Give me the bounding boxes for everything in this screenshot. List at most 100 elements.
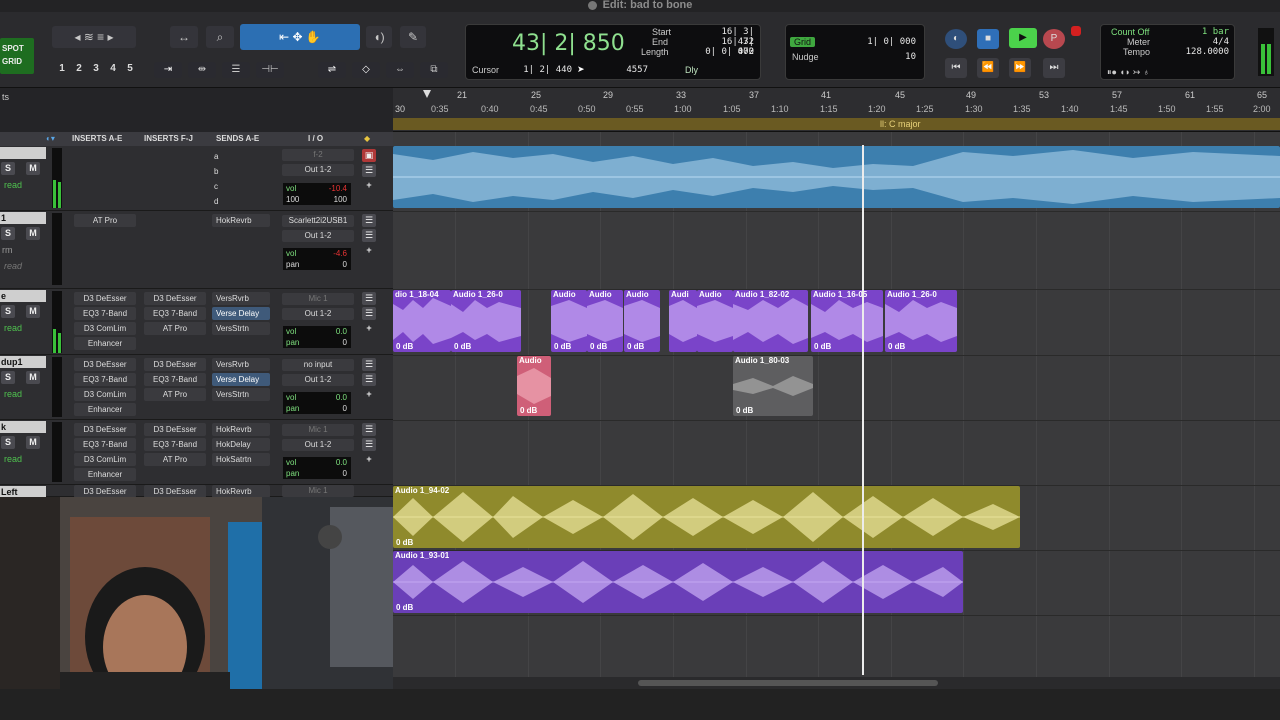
fast-forward-icon[interactable]: ⏩ <box>1009 58 1031 78</box>
send-slot[interactable]: Verse Delay <box>212 373 270 386</box>
send-slot-d[interactable]: d <box>214 197 218 206</box>
link-track-icon[interactable]: ☰ <box>222 62 250 78</box>
volume-display[interactable]: vol 0.0 pan 0 <box>283 326 351 348</box>
grid-toggle[interactable]: Grid <box>790 37 816 47</box>
clip-gain[interactable]: 0 dB <box>627 342 644 351</box>
record-button[interactable]: P <box>1043 29 1065 49</box>
insert-slot[interactable]: D3 DeEsser <box>144 292 206 305</box>
mute-button[interactable]: M <box>26 436 40 449</box>
insert-slot[interactable]: EQ3 7-Band <box>144 438 206 451</box>
mute-button[interactable]: M <box>26 371 40 384</box>
solo-button[interactable]: S <box>1 436 15 449</box>
clip-gain[interactable]: 0 dB <box>590 342 607 351</box>
automation-mode[interactable]: read <box>4 389 22 399</box>
send-slot-b[interactable]: b <box>214 167 218 176</box>
insert-slot[interactable]: AT Pro <box>144 453 206 466</box>
insert-slot[interactable]: D3 ComLim <box>74 388 136 401</box>
scrollbar-thumb[interactable] <box>638 680 938 686</box>
audio-clip[interactable]: dio 1_18-04 0 dB <box>393 290 451 352</box>
pan-value[interactable]: 0 <box>343 468 347 479</box>
track-list-icon[interactable]: ☰ <box>362 307 376 320</box>
vol-value[interactable]: -4.6 <box>333 248 347 259</box>
solo-button[interactable]: S <box>1 305 15 318</box>
clip-gain[interactable]: 0 dB <box>554 342 571 351</box>
output-selector[interactable]: Out 1-2 <box>282 164 354 176</box>
timeline-ruler[interactable]: 30 21 25 29 33 37 41 45 49 53 57 61 65 0… <box>393 88 1280 132</box>
vol-value[interactable]: 0.0 <box>336 392 347 403</box>
audio-clip[interactable]: Audio 1_26-0 0 dB <box>451 290 521 352</box>
pan-value[interactable]: 0 <box>343 337 347 348</box>
automation-mode[interactable]: read <box>4 180 22 190</box>
delay-comp-label[interactable]: Dly <box>685 65 698 75</box>
vol-value[interactable]: 0.0 <box>336 326 347 337</box>
audio-clip[interactable] <box>393 146 1280 208</box>
automation-mode[interactable]: read <box>4 323 22 333</box>
input-selector[interactable]: Mic 1 <box>282 485 354 497</box>
track-list-icon[interactable]: ☰ <box>362 292 376 305</box>
view-options-icon[interactable]: ◐▾ <box>46 134 55 143</box>
solo-button[interactable]: S <box>1 162 15 175</box>
metronome-icon[interactable]: ⏸● ◖◗ ↣ ♁ <box>1107 67 1150 78</box>
mode-spot[interactable]: SPOT <box>2 42 34 55</box>
clip-gain[interactable]: 0 dB <box>888 342 905 351</box>
automation-follows-icon[interactable]: ◇ <box>352 62 380 78</box>
send-slot[interactable]: VersRvrb <box>212 292 270 305</box>
zoom-preset-3[interactable]: 3 <box>89 62 103 76</box>
volume-display[interactable]: vol -4.6 pan 0 <box>283 248 351 270</box>
link-timeline-icon[interactable]: ⇹ <box>188 62 216 78</box>
send-slot[interactable]: HokDelay <box>212 438 270 451</box>
volume-display[interactable]: vol 0.0 pan 0 <box>283 392 351 414</box>
track-list-icon[interactable]: ☰ <box>362 373 376 386</box>
scrubber-tool-icon[interactable]: ◖) <box>366 26 392 48</box>
send-slot[interactable]: HokSatrtn <box>212 453 270 466</box>
clip-gain[interactable]: 0 dB <box>814 342 831 351</box>
main-counter[interactable]: 43| 2| 850 Start 16| 3| 472 End 16| 3| 4… <box>465 24 761 80</box>
nudge-value[interactable]: 10 <box>876 52 916 62</box>
solo-button[interactable]: S <box>1 371 15 384</box>
audio-clip[interactable]: Audio 1_80-03 0 dB <box>733 356 813 416</box>
add-icon[interactable]: + <box>362 388 376 401</box>
grid-value[interactable]: 1| 0| 000 <box>856 37 916 47</box>
insert-slot[interactable]: EQ3 7-Band <box>74 373 136 386</box>
insert-slot[interactable]: EQ3 7-Band <box>144 373 206 386</box>
tab-to-transient-icon[interactable]: ⇥ <box>154 62 182 78</box>
pencil-tool-icon[interactable]: ✎ <box>400 26 426 48</box>
mute-button[interactable]: M <box>26 227 40 240</box>
send-slot[interactable]: Verse Delay <box>212 307 270 320</box>
clip-gain[interactable]: 0 dB <box>736 406 753 415</box>
audio-clip[interactable]: Audio 0 dB <box>624 290 660 352</box>
play-button[interactable]: ▶ <box>1009 28 1037 48</box>
clip-gain[interactable]: 0 dB <box>396 538 413 547</box>
key-signature-ruler[interactable]: ll: C major <box>393 118 1280 130</box>
insert-slot[interactable]: D3 DeEsser <box>74 423 136 436</box>
automation-mode[interactable]: read <box>4 261 22 271</box>
audio-clip[interactable]: Audio 1_94-02 0 dB <box>393 486 1020 548</box>
zoom-preset-2[interactable]: 2 <box>72 62 86 76</box>
output-selector[interactable]: Out 1-2 <box>282 439 354 451</box>
zoom-preset-4[interactable]: 4 <box>106 62 120 76</box>
track-list-icon[interactable]: ☰ <box>362 358 376 371</box>
online-icon[interactable]: ◐ <box>945 29 967 49</box>
zoomer-tool-icon[interactable]: ⌕ <box>206 26 234 48</box>
rewind-icon[interactable]: ⏪ <box>977 58 999 78</box>
count-off-label[interactable]: Count Off <box>1111 27 1149 37</box>
track-list-icon[interactable]: ☰ <box>362 423 376 436</box>
track-name[interactable]: k <box>0 421 46 433</box>
track-name[interactable] <box>0 147 46 159</box>
send-slot[interactable]: HokRevrb <box>212 214 270 227</box>
track-record-icon[interactable]: ▣ <box>362 149 376 162</box>
insert-slot[interactable]: Enhancer <box>74 403 136 416</box>
automation-mode[interactable]: rm <box>2 245 13 255</box>
insert-slot[interactable]: AT Pro <box>74 214 136 227</box>
clip-gain[interactable]: 0 dB <box>396 603 413 612</box>
edit-mode-selector[interactable]: SPOT GRID <box>0 38 34 74</box>
meter-value[interactable]: 4/4 <box>1181 37 1229 47</box>
mirror-midi-icon[interactable]: ⇌ <box>318 62 346 78</box>
audio-clip[interactable]: Audio 1_26-0 0 dB <box>885 290 957 352</box>
insertion-follows-icon[interactable]: ⊣⊢ <box>256 62 284 78</box>
playhead-cursor[interactable] <box>862 145 864 675</box>
add-icon[interactable]: + <box>362 322 376 335</box>
insert-slot[interactable]: D3 DeEsser <box>74 358 136 371</box>
solo-button[interactable]: S <box>1 227 15 240</box>
zoom-preset-1[interactable]: 1 <box>55 62 69 76</box>
